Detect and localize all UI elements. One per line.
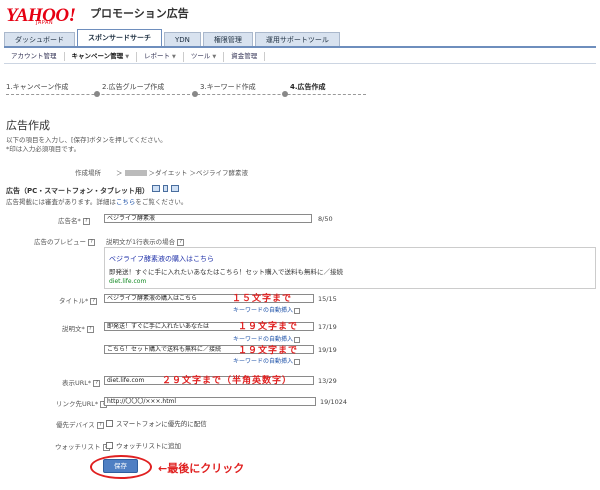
click-last-callout: ←最後にクリック	[158, 462, 245, 475]
watchlist-label: ウォッチリスト?	[55, 441, 110, 451]
location-label: 作成場所	[75, 169, 101, 177]
description-label: 説明文*?	[62, 323, 94, 333]
ad-name-label: 広告名*?	[58, 215, 90, 225]
preview-description: 即発送！すぐに手に入れたいあなたはこちら！セット購入で送料も無料に／接続	[109, 268, 343, 276]
review-details-link[interactable]: こちら	[116, 198, 136, 206]
title-keyword-insert[interactable]: キーワードの自動挿入	[233, 305, 301, 314]
steps-line	[6, 94, 366, 95]
ad-name-input[interactable]: ベジライフ酵素液	[104, 214, 312, 223]
tab-ydn[interactable]: YDN	[164, 32, 201, 46]
main-tabbar: ダッシュボード スポンサードサーチ YDN 権限管理 運用サポートツール	[4, 29, 596, 48]
description1-limit-note: １９文字まで	[238, 322, 299, 332]
link-url-count: 19/1024	[320, 398, 348, 406]
help-icon[interactable]: ?	[177, 238, 185, 246]
smartphone-icon	[163, 185, 168, 192]
location-breadcrumb: ＞＞ダイエット ＞ベジライフ酵素液	[116, 169, 249, 177]
step-ad: 4.広告作成	[290, 83, 326, 91]
save-button[interactable]: 保存	[103, 459, 138, 473]
tab-dashboard[interactable]: ダッシュボード	[4, 32, 75, 46]
priority-device-checkbox[interactable]	[106, 419, 113, 427]
watchlist-checkbox[interactable]	[106, 441, 113, 449]
tab-sponsored-search[interactable]: スポンサードサーチ	[77, 29, 162, 46]
sub-navigation: アカウント管理 キャンペーン管理 ▼ レポート ▼ ツール ▼ 資金管理	[4, 50, 596, 64]
insert-icon	[294, 358, 301, 365]
subnav-tools[interactable]: ツール ▼	[184, 51, 225, 62]
description2-limit-note: １９文字まで	[238, 346, 299, 356]
step-adgroup: 2.広告グループ作成	[102, 83, 165, 91]
preview-url: diet.life.com	[109, 278, 147, 285]
help-icon[interactable]: ?	[86, 325, 94, 333]
preview-hint: 説明文が1行表示の場合?	[106, 236, 185, 246]
redacted-block	[124, 170, 147, 176]
ad-name-count: 8/50	[318, 215, 333, 223]
step-dot	[94, 91, 100, 97]
insert-icon	[294, 307, 301, 314]
wizard-steps: 1.キャンペーン作成 2.広告グループ作成 3.キーワード作成 4.広告作成	[6, 80, 596, 100]
display-url-limit-note: ２９文字まで（半角英数字）	[162, 376, 293, 386]
priority-device-label: 優先デバイス?	[56, 419, 104, 429]
chevron-down-icon: ▼	[125, 53, 130, 60]
help-icon[interactable]: ?	[82, 217, 90, 225]
ad-section-title: 広告（PC・スマートフォン・タブレット用）	[6, 187, 150, 195]
step-campaign: 1.キャンペーン作成	[6, 83, 69, 91]
preview-title: ベジライフ酵素液の購入はこちら	[109, 255, 214, 263]
description2-keyword-insert[interactable]: キーワードの自動挿入	[233, 356, 301, 365]
pc-icon	[152, 185, 160, 192]
review-note: 広告掲載には審査があります。詳細はこちらをご覧ください。	[6, 198, 188, 206]
subnav-campaign[interactable]: キャンペーン管理 ▼	[65, 51, 138, 62]
watchlist-option[interactable]: ウォッチリストに追加	[106, 440, 181, 450]
priority-device-option[interactable]: スマートフォンに優先的に配信	[106, 418, 207, 428]
subnav-funds[interactable]: 資金管理	[224, 52, 266, 61]
yahoo-logo: YAHOO! JAPAN	[6, 3, 76, 26]
tablet-icon	[171, 185, 179, 192]
chevron-down-icon: ▼	[172, 53, 176, 60]
title-label: タイトル*?	[59, 295, 98, 305]
preview-label: 広告のプレビュー?	[34, 236, 95, 246]
link-url-label: リンク先URL*?	[56, 398, 108, 408]
help-icon[interactable]: ?	[96, 421, 104, 429]
product-name: プロモーション広告	[90, 7, 189, 20]
chevron-down-icon: ▼	[212, 53, 217, 60]
display-url-label: 表示URL*?	[62, 377, 101, 387]
step-dot	[192, 91, 198, 97]
ad-preview-box: ベジライフ酵素液の購入はこちら 即発送！すぐに手に入れたいあなたはこちら！セット…	[104, 247, 596, 289]
page-title: 広告作成	[6, 119, 50, 132]
tab-support-tools[interactable]: 運用サポートツール	[254, 32, 340, 46]
title-limit-note: １５文字まで	[232, 294, 293, 304]
description1-count: 17/19	[318, 323, 337, 331]
insert-icon	[294, 336, 301, 343]
required-note: *印は入力必須項目です。	[6, 145, 81, 153]
link-url-input[interactable]: http://〇〇〇/×××.html	[104, 397, 316, 406]
title-count: 15/15	[318, 295, 337, 303]
step-keyword: 3.キーワード作成	[200, 83, 256, 91]
help-icon[interactable]: ?	[93, 379, 101, 387]
step-dot	[282, 91, 288, 97]
logo-sub: JAPAN	[36, 20, 54, 26]
subnav-account[interactable]: アカウント管理	[4, 52, 65, 61]
description2-count: 19/19	[318, 346, 337, 354]
help-icon[interactable]: ?	[90, 297, 98, 305]
subnav-report[interactable]: レポート ▼	[137, 51, 184, 62]
help-icon[interactable]: ?	[88, 238, 95, 246]
display-url-count: 13/29	[318, 377, 337, 385]
description1-keyword-insert[interactable]: キーワードの自動挿入	[233, 334, 301, 343]
tab-permissions[interactable]: 権限管理	[202, 32, 253, 46]
device-icons	[152, 185, 179, 192]
